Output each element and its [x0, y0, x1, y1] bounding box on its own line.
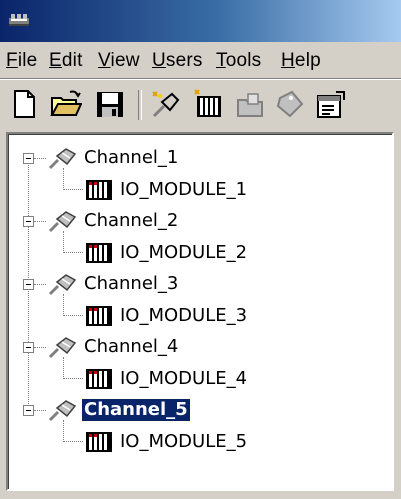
toolbar-separator — [138, 90, 142, 120]
menu-file-rest: ile — [17, 50, 38, 71]
menu-users[interactable]: Users — [152, 50, 203, 72]
tree-connector — [34, 158, 46, 159]
menu-help-rest: elp — [294, 50, 321, 71]
tree-child-connector — [63, 315, 83, 316]
device-label[interactable]: IO_MODULE_1 — [118, 179, 249, 201]
menu-edit[interactable]: Edit — [49, 50, 83, 72]
properties-icon[interactable] — [314, 88, 346, 120]
new-channel-icon[interactable] — [150, 88, 182, 120]
channel-label[interactable]: Channel_2 — [82, 210, 180, 232]
tree-child-line — [63, 420, 64, 440]
open-folder-icon[interactable] — [50, 88, 82, 120]
channel-label[interactable]: Channel_4 — [82, 336, 180, 358]
device-icon — [86, 180, 112, 200]
menu-tools[interactable]: Tools — [216, 50, 261, 72]
menu-users-accel: U — [152, 50, 166, 71]
tree-connector — [34, 284, 46, 285]
menu-help-accel: H — [281, 50, 295, 71]
save-icon[interactable] — [94, 88, 126, 120]
device-label[interactable]: IO_MODULE_2 — [118, 242, 249, 264]
menu-file-accel: F — [6, 50, 18, 71]
tree-connector — [34, 221, 46, 222]
new-icon[interactable] — [8, 88, 40, 120]
tree-expander[interactable] — [23, 405, 34, 416]
channel-icon — [48, 211, 77, 233]
channel-icon — [48, 148, 77, 170]
tree-child-line — [63, 231, 64, 251]
menu-help[interactable]: Help — [281, 50, 321, 72]
device-label[interactable]: IO_MODULE_5 — [118, 431, 249, 453]
menu-tools-rest: ools — [225, 50, 262, 71]
tree-child-connector — [63, 189, 83, 190]
tree-connector — [34, 347, 46, 348]
channel-tree-view[interactable]: Channel_1 IO_MODULE_1 Channel_2 IO_MODULE_2… — [6, 132, 394, 491]
menu-users-rest: sers — [165, 50, 203, 71]
device-label[interactable]: IO_MODULE_4 — [118, 368, 249, 390]
device-label[interactable]: IO_MODULE_3 — [118, 305, 249, 327]
device-icon — [86, 369, 112, 389]
tree-connector — [34, 410, 46, 411]
menu-view[interactable]: View — [98, 50, 140, 72]
new-tag-icon[interactable] — [274, 88, 306, 120]
tree-child-line — [63, 357, 64, 377]
menu-view-accel: V — [98, 50, 111, 71]
device-icon — [86, 432, 112, 452]
device-icon — [86, 306, 112, 326]
app-icon — [9, 14, 29, 26]
tree-child-connector — [63, 378, 83, 379]
tree-child-connector — [63, 252, 83, 253]
channel-icon — [48, 274, 77, 296]
tree-child-line — [63, 168, 64, 188]
tree-expander[interactable] — [23, 342, 34, 353]
tree-child-connector — [63, 441, 83, 442]
menu-view-rest: iew — [110, 50, 140, 71]
channel-icon — [48, 337, 77, 359]
channel-label[interactable]: Channel_1 — [82, 147, 180, 169]
channel-icon — [48, 400, 77, 422]
tree-child-line — [63, 294, 64, 314]
device-icon — [86, 243, 112, 263]
menu-edit-accel: E — [49, 50, 62, 71]
menu-file[interactable]: File — [6, 50, 37, 72]
tree-expander[interactable] — [23, 279, 34, 290]
new-device-icon[interactable] — [192, 88, 224, 120]
menu-bar: File Edit View Users Tools Help — [0, 42, 401, 78]
channel-label[interactable]: Channel_5 — [81, 398, 191, 422]
new-group-icon[interactable] — [234, 88, 266, 120]
app-window: File Edit View Users Tools Help Channel_… — [0, 0, 401, 499]
channel-label[interactable]: Channel_3 — [82, 273, 180, 295]
menu-tools-accel: T — [216, 50, 226, 71]
menu-edit-rest: dit — [61, 50, 83, 71]
toolbar — [0, 80, 401, 128]
tree-expander[interactable] — [23, 153, 34, 164]
tree-expander[interactable] — [23, 216, 34, 227]
title-bar[interactable] — [0, 0, 401, 42]
